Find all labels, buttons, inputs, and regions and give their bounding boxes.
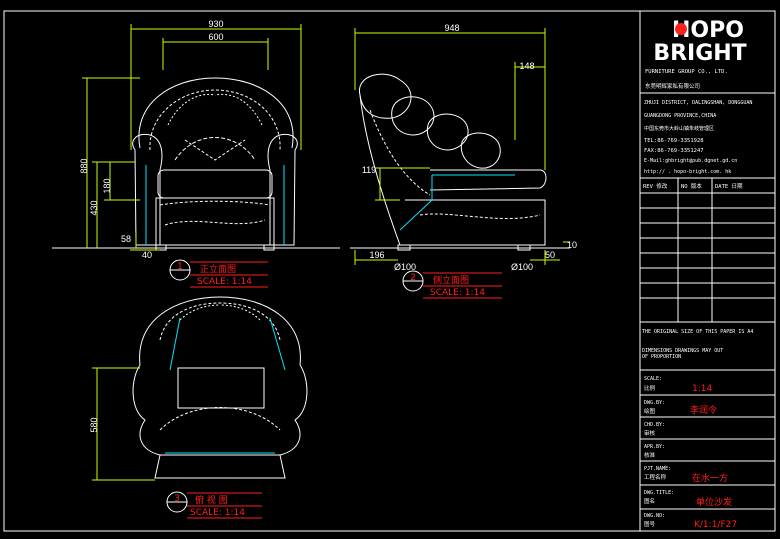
dim-side-back-top: 148 bbox=[519, 61, 534, 71]
chd-by-en: CHD.BY: bbox=[644, 422, 665, 428]
company-cn: 东莞明辉家私有限公司 bbox=[645, 82, 700, 90]
note-paper-size: THE ORIGINAL SIZE OF THIS PAPER IS A4 bbox=[642, 329, 753, 335]
telephone: TEL:86-769-3351928 bbox=[644, 138, 704, 144]
apr-by-en: APR.BY: bbox=[644, 444, 665, 450]
dim-top-depth: 580 bbox=[89, 417, 99, 432]
note-proportion: OF PROPORTION bbox=[642, 354, 681, 360]
rev-header-no: NO 版本 bbox=[681, 182, 702, 190]
dwg-by-value: 李润令 bbox=[690, 404, 717, 416]
side-caption-scale: SCALE: 1:14 bbox=[430, 288, 485, 298]
front-caption-number: 1 bbox=[177, 262, 183, 272]
side-caption-number: 2 bbox=[410, 273, 416, 283]
dwg-by-cn: 绘图 bbox=[644, 407, 656, 415]
rev-header-rev: REV 修改 bbox=[643, 182, 668, 190]
dwg-no-value: K/1:1/F27 bbox=[694, 520, 737, 530]
top-caption-scale: SCALE: 1:14 bbox=[190, 508, 245, 518]
scale-value: 1:14 bbox=[692, 384, 712, 394]
dim-side-depth: 948 bbox=[444, 23, 459, 33]
dim-side-front-offset: 196 bbox=[369, 250, 384, 260]
logo-bright: BRIGHT bbox=[653, 41, 746, 66]
address-line-2: GUANGDONG PROVINCE,CHINA bbox=[644, 113, 716, 119]
pjt-name-value: 在水一方 bbox=[692, 472, 728, 484]
dwg-no-en: DWG.NO: bbox=[644, 513, 665, 519]
address-cn: 中国东莞市大岭山镇朱岐管理区 bbox=[644, 125, 714, 132]
pjt-name-en: PJT.NAME: bbox=[644, 466, 671, 472]
scale-label-en: SCALE: bbox=[644, 376, 662, 382]
dwg-title-cn: 图名 bbox=[644, 497, 655, 505]
top-view-dimensions bbox=[92, 367, 155, 481]
apr-by-cn: 核准 bbox=[644, 451, 656, 459]
title-block: HOPO BRIGHT FURNITURE GROUP CO., LTD. 东莞… bbox=[640, 18, 775, 530]
dim-side-seat: 119 bbox=[362, 165, 376, 175]
rev-header-date: DATE 日期 bbox=[715, 183, 743, 190]
address-line-1: ZHUJI DISTRICT, DALINGSHAN, DONGGUAN bbox=[644, 100, 752, 106]
top-view bbox=[132, 296, 308, 479]
top-caption-title: 俯 视 图 bbox=[195, 494, 228, 506]
dim-front-leg: 40 bbox=[142, 250, 152, 260]
website: http:// . hopo-bright.com. hk bbox=[644, 169, 731, 175]
dim-front-width: 930 bbox=[208, 19, 223, 29]
dim-front-arm-height: 180 bbox=[102, 178, 112, 193]
logo-dot bbox=[675, 23, 687, 35]
scale-label-cn: 比例 bbox=[644, 384, 656, 392]
dim-side-leg-left: Ø100 bbox=[394, 262, 416, 272]
dim-side-small: 10 bbox=[567, 240, 577, 250]
front-caption-scale: SCALE: 1:14 bbox=[197, 277, 252, 287]
dim-front-bottom: 58 bbox=[121, 234, 131, 244]
dwg-title-value: 单位沙发 bbox=[696, 496, 732, 508]
dim-side-right-offset: 50 bbox=[545, 250, 555, 260]
cad-drawing: 930 600 880 430 180 58 40 1 正立面图 SCALE: … bbox=[3, 10, 776, 532]
dim-front-inner-width: 600 bbox=[208, 32, 223, 42]
side-caption-title: 侧立面图 bbox=[433, 274, 469, 286]
email: E-Mail:ghbright@pub.dgnet.gd.cn bbox=[644, 158, 737, 164]
company-en: FURNITURE GROUP CO., LTD. bbox=[645, 69, 728, 75]
front-view-dimensions bbox=[82, 24, 302, 251]
chd-by-cn: 审核 bbox=[644, 429, 656, 437]
dwg-title-en: DWG.TITLE: bbox=[644, 490, 674, 496]
front-view bbox=[132, 77, 298, 251]
pjt-name-cn: 工程名称 bbox=[644, 473, 667, 481]
side-view bbox=[359, 73, 547, 251]
dwg-by-en: DWG.BY: bbox=[644, 400, 665, 406]
dim-side-leg-right: Ø100 bbox=[511, 262, 533, 272]
front-caption-title: 正立面图 bbox=[200, 263, 236, 275]
dim-front-height: 880 bbox=[79, 158, 89, 173]
dwg-no-cn: 图号 bbox=[644, 520, 656, 528]
top-caption-number: 3 bbox=[174, 494, 180, 504]
dim-front-seat-height: 430 bbox=[89, 200, 99, 215]
fax: FAX:86-769-3351247 bbox=[644, 148, 704, 154]
